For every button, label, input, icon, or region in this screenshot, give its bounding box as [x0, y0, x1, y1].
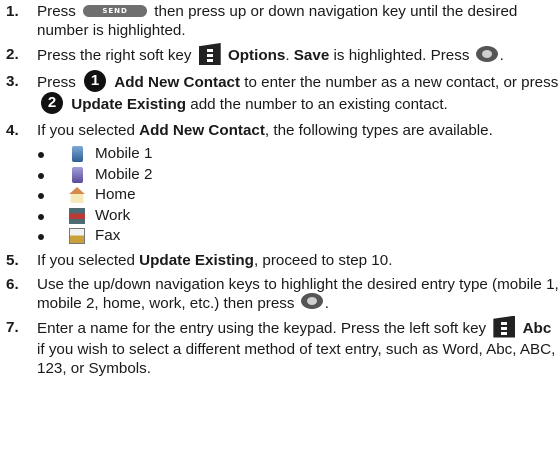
list-item: Fax	[0, 226, 560, 247]
home-icon	[69, 187, 85, 203]
contact-type-list: Mobile 1 Mobile 2 Home Work Fax	[0, 144, 560, 247]
work-icon	[69, 207, 85, 224]
step-text: If you selected Update Existing, proceed…	[37, 251, 393, 269]
step-4: 4. If you selected Add New Contact, the …	[0, 121, 560, 140]
step-5: 5. If you selected Update Existing, proc…	[0, 251, 560, 270]
list-item: Home	[0, 185, 560, 206]
step-number: 1.	[6, 3, 19, 20]
ok-key-icon	[475, 46, 498, 62]
step-number: 2.	[6, 46, 19, 63]
bullet	[38, 213, 44, 220]
step-number: 6.	[6, 275, 19, 293]
step-text: If you selected Add New Contact, the fol…	[37, 122, 493, 139]
step-text: Use the up/down navigation keys to highl…	[37, 275, 559, 312]
step-6: 6. Use the up/down navigation keys to hi…	[0, 275, 560, 313]
ok-key-icon	[300, 293, 323, 310]
right-soft-key-icon	[198, 43, 221, 65]
list-item: Work	[0, 206, 560, 227]
left-soft-key-icon	[493, 315, 516, 338]
list-item: Mobile 2	[0, 165, 560, 186]
bullet	[38, 234, 44, 240]
step-2: 2. Press the right soft key Options. Sav…	[0, 43, 560, 67]
step-number: 3.	[6, 73, 19, 90]
bullet	[38, 172, 44, 179]
step-7: 7. Enter a name for the entry using the …	[0, 315, 560, 378]
key-2-icon: 2	[41, 92, 63, 114]
mobile1-icon	[72, 146, 83, 162]
step-text: Enter a name for the entry using the key…	[37, 315, 560, 378]
step-text: Press SEND then press up or down navigat…	[37, 3, 518, 39]
instruction-list: 1. Press SEND then press up or down navi…	[0, 2, 560, 383]
send-key-icon: SEND	[83, 4, 148, 17]
step-3: 3. Press 1 Add New Contact to enter the …	[0, 70, 560, 116]
step-text: Press the right soft key Options. Save i…	[37, 43, 560, 67]
mobile2-icon	[72, 166, 83, 183]
step-text: Press 1 Add New Contact to enter the num…	[37, 70, 559, 114]
bullet	[38, 193, 44, 199]
key-1-icon: 1	[84, 70, 107, 92]
list-item: Mobile 1	[0, 144, 560, 165]
step-number: 5.	[6, 251, 19, 269]
bullet	[38, 152, 44, 158]
step-number: 7.	[6, 318, 19, 336]
step-1: 1. Press SEND then press up or down navi…	[0, 2, 560, 40]
step-number: 4.	[6, 122, 19, 139]
fax-icon	[69, 228, 85, 244]
